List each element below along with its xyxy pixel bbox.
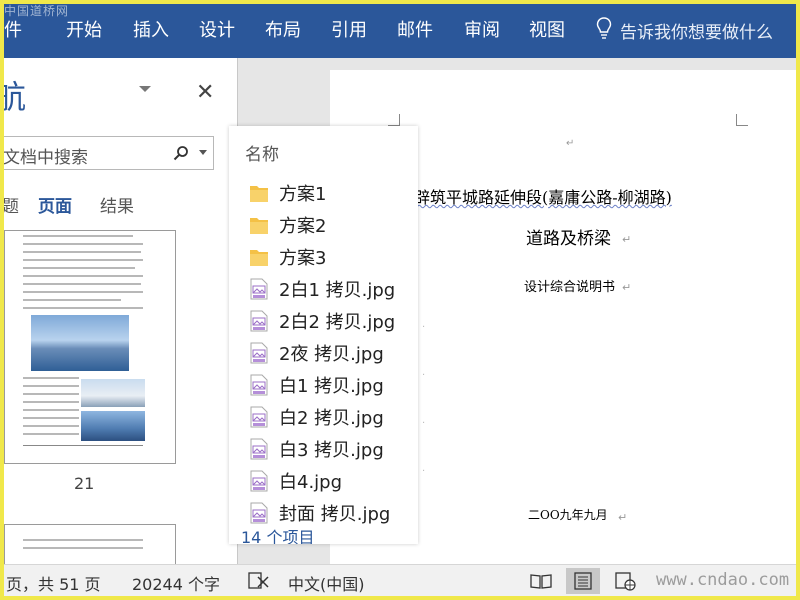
document-date: 二OO九年九月 — [528, 508, 608, 522]
margin-mark — [736, 114, 748, 126]
page-thumbnail[interactable] — [4, 524, 176, 564]
proofing-icon[interactable] — [248, 572, 270, 590]
tab-view[interactable]: 视图 — [529, 16, 565, 42]
item-label: 白2 拷贝.jpg — [279, 408, 384, 429]
page-icon — [574, 572, 592, 590]
word-count[interactable]: 20244 个字 — [132, 571, 220, 595]
search-icon[interactable] — [173, 145, 189, 161]
item-label: 2夜 拷贝.jpg — [279, 344, 384, 365]
bridge-photo — [31, 315, 129, 371]
tab-references[interactable]: 引用 — [331, 16, 367, 42]
item-label: 白3 拷贝.jpg — [279, 440, 384, 461]
folder-popup: 名称 方案1 方案2 方案3 2白1 拷贝.jpg 2白2 拷贝.jpg 2夜 拷贝.jp… — [229, 126, 418, 544]
file-item[interactable]: 2白2 拷贝.jpg — [249, 306, 418, 334]
close-icon[interactable]: ✕ — [196, 80, 214, 105]
tab-mailings[interactable]: 邮件 — [397, 16, 433, 42]
item-label: 封面 拷贝.jpg — [279, 504, 391, 525]
language[interactable]: 中文(中国) — [288, 571, 365, 595]
page-thumbnail[interactable] — [4, 230, 176, 464]
word-window: 中国道桥网 件 开始 插入 设计 布局 引用 邮件 审阅 视图 告诉我你想要做什… — [4, 4, 796, 596]
chevron-down-icon[interactable] — [138, 84, 152, 94]
image-file-icon — [249, 470, 269, 492]
ribbon: 中国道桥网 件 开始 插入 设计 布局 引用 邮件 审阅 视图 告诉我你想要做什… — [4, 4, 796, 58]
folder-item[interactable]: 方案3 — [249, 242, 418, 270]
read-mode-button[interactable] — [524, 568, 558, 594]
lightbulb-icon[interactable] — [596, 17, 612, 39]
book-icon — [530, 574, 552, 589]
document-subtitle: 道路及桥梁 — [526, 229, 611, 249]
folder-item[interactable]: 方案1 — [249, 178, 418, 206]
image-file-icon — [249, 438, 269, 460]
folder-icon — [249, 182, 269, 204]
image-file-icon — [249, 278, 269, 300]
tab-design[interactable]: 设计 — [199, 16, 235, 42]
item-label: 2白2 拷贝.jpg — [279, 312, 396, 333]
nav-tab-results[interactable]: 结果 — [100, 192, 134, 217]
image-file-icon — [249, 502, 269, 524]
document-heading: 设计综合说明书 — [524, 280, 616, 295]
file-item[interactable]: 封面 拷贝.jpg — [249, 498, 418, 526]
item-label: 方案3 — [279, 248, 327, 269]
item-label: 白1 拷贝.jpg — [279, 376, 384, 397]
image-file-icon — [249, 374, 269, 396]
file-item[interactable]: 白3 拷贝.jpg — [249, 434, 418, 462]
nav-tab-pages[interactable]: 页面 — [38, 192, 72, 217]
item-count: 14 个项目 — [241, 528, 315, 544]
item-label: 2白1 拷贝.jpg — [279, 280, 396, 301]
nav-tab-headings[interactable]: 题 — [4, 192, 19, 217]
tab-file[interactable]: 件 — [4, 16, 22, 42]
file-item[interactable]: 白2 拷贝.jpg — [249, 402, 418, 430]
chevron-down-icon[interactable] — [199, 150, 207, 156]
file-item[interactable]: 2白1 拷贝.jpg — [249, 274, 418, 302]
tab-home[interactable]: 开始 — [66, 16, 102, 42]
search-placeholder: 文档中搜索 — [4, 148, 88, 168]
tab-insert[interactable]: 插入 — [133, 16, 169, 42]
page-count[interactable]: 页，共 51 页 — [6, 571, 101, 595]
item-label: 方案1 — [279, 184, 327, 205]
document-title: 辟筑平城路延伸段(嘉庸公路-柳湖路) — [414, 188, 672, 207]
image-file-icon — [249, 406, 269, 428]
nav-search-input[interactable]: 文档中搜索 — [4, 136, 214, 170]
navigation-pane: 航 ✕ 文档中搜索 题 页面 结果 — [4, 58, 238, 564]
file-item[interactable]: 2夜 拷贝.jpg — [249, 338, 418, 366]
tab-review[interactable]: 审阅 — [464, 16, 500, 42]
file-item[interactable]: 白4.jpg — [249, 466, 418, 494]
column-header-name[interactable]: 名称 — [245, 140, 279, 165]
item-label: 白4.jpg — [279, 472, 343, 493]
web-layout-button[interactable] — [608, 568, 642, 594]
print-layout-button[interactable] — [566, 568, 600, 594]
margin-mark — [388, 114, 400, 126]
folder-icon — [249, 214, 269, 236]
bridge-photo — [81, 411, 145, 441]
tab-layout[interactable]: 布局 — [265, 16, 301, 42]
bridge-photo — [81, 379, 145, 407]
item-label: 方案2 — [279, 216, 327, 237]
image-file-icon — [249, 310, 269, 332]
watermark-bottom: www.cndao.com — [656, 570, 790, 590]
thumbnail-page-number: 21 — [74, 474, 95, 493]
folder-item[interactable]: 方案2 — [249, 210, 418, 238]
nav-pane-title: 航 — [4, 72, 26, 118]
globe-icon — [615, 572, 636, 591]
file-item[interactable]: 白1 拷贝.jpg — [249, 370, 418, 398]
tell-me-input[interactable]: 告诉我你想要做什么 — [620, 18, 773, 43]
folder-icon — [249, 246, 269, 268]
image-file-icon — [249, 342, 269, 364]
